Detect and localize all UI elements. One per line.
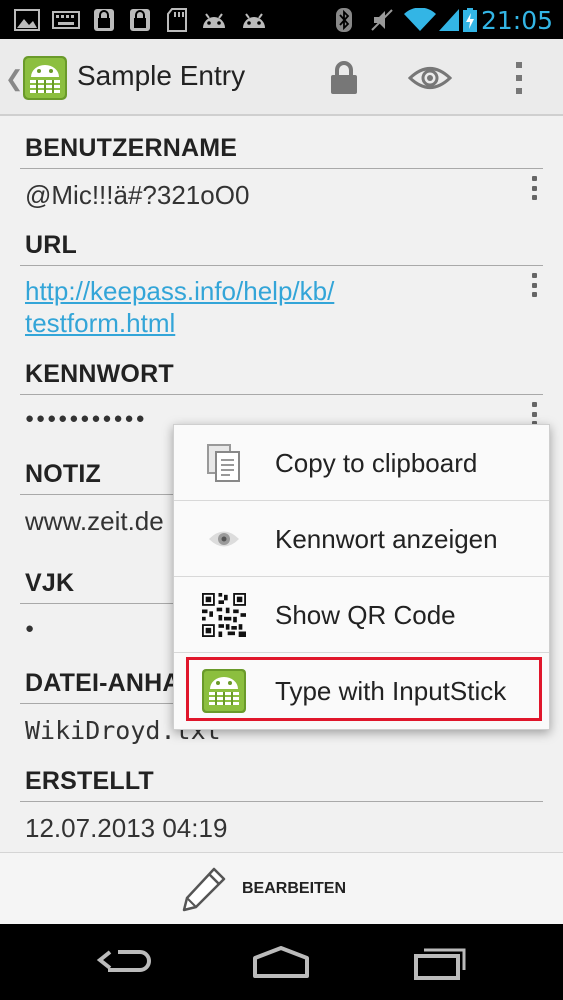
eye-icon — [408, 67, 452, 89]
field-title-created: ERSTELLT — [25, 767, 154, 795]
menu-item-label: Show QR Code — [275, 600, 456, 630]
home-icon[interactable] — [251, 944, 311, 980]
field-value-url-line2[interactable]: testform.html — [25, 307, 175, 339]
keyboard-icon — [52, 11, 80, 29]
menu-item-show-password[interactable]: Kennwort anzeigen — [174, 501, 549, 577]
up-navigation-icon[interactable]: ❮ — [5, 66, 23, 92]
signal-icon — [439, 9, 459, 31]
divider — [20, 168, 543, 169]
android-icon — [203, 13, 225, 28]
qr-code-icon — [202, 593, 246, 637]
field-value-created: 12.07.2013 04:19 — [25, 813, 228, 843]
field-overflow-icon[interactable] — [529, 273, 539, 297]
menu-item-label: Type with InputStick — [275, 676, 507, 706]
inputstick-icon — [202, 669, 246, 713]
field-value-notes[interactable]: www.zeit.de — [25, 506, 164, 537]
status-bar: 21:05 — [0, 0, 563, 39]
field-title-attachment: DATEI-ANHA — [25, 669, 181, 697]
bluetooth-icon — [336, 8, 352, 32]
lock-icon — [331, 61, 357, 94]
app-logo-icon[interactable] — [22, 55, 68, 101]
field-value-url-line1[interactable]: http://keepass.info/help/kb/ — [25, 275, 334, 307]
lock-button[interactable] — [322, 56, 366, 100]
battery-charging-icon — [463, 8, 477, 32]
field-value-vjk[interactable]: ● — [25, 620, 34, 637]
navigation-bar — [0, 924, 563, 1000]
menu-item-type-with-inputstick[interactable]: Type with InputStick — [174, 653, 549, 729]
field-title-url: URL — [25, 231, 77, 259]
field-title-password: KENNWORT — [25, 360, 174, 388]
copy-icon — [202, 441, 246, 485]
clock: 21:05 — [480, 6, 553, 35]
sdcard-icon — [167, 8, 187, 32]
pencil-icon — [182, 867, 226, 912]
divider — [20, 801, 543, 802]
android-icon — [243, 13, 265, 28]
menu-item-label: Kennwort anzeigen — [275, 524, 498, 554]
field-overflow-icon[interactable] — [529, 176, 539, 200]
wifi-icon — [404, 8, 436, 31]
divider — [20, 265, 543, 266]
field-title-notes: NOTIZ — [25, 460, 101, 488]
page-title: Sample Entry — [77, 60, 246, 91]
action-bar: ❮ Sample Entry — [0, 39, 563, 116]
field-title-vjk: VJK — [25, 569, 75, 597]
menu-item-label: Copy to clipboard — [275, 448, 478, 478]
lock-icon — [94, 9, 114, 31]
menu-item-copy-to-clipboard[interactable]: Copy to clipboard — [174, 425, 549, 501]
overflow-menu-icon — [516, 62, 522, 94]
eye-icon — [202, 517, 246, 561]
edit-button-label: BEARBEITEN — [242, 880, 347, 897]
lock-icon — [130, 9, 150, 31]
field-overflow-icon[interactable] — [529, 402, 539, 426]
image-icon — [14, 9, 40, 31]
field-value-username[interactable]: @Mic!!!ä#?321oO0 — [25, 180, 249, 211]
vibrate-off-icon — [371, 9, 393, 31]
overflow-menu-button[interactable] — [497, 56, 541, 100]
menu-item-show-qr-code[interactable]: Show QR Code — [174, 577, 549, 653]
divider — [20, 394, 543, 395]
field-context-menu: Copy to clipboard Kennwort anzeigen Show… — [173, 424, 550, 730]
edit-button[interactable]: BEARBEITEN — [0, 852, 563, 924]
show-password-button[interactable] — [408, 56, 452, 100]
recent-apps-icon[interactable] — [410, 944, 470, 980]
field-value-password[interactable]: ●●●●●●●●●●● — [25, 410, 147, 427]
field-title-username: BENUTZERNAME — [25, 134, 238, 162]
back-icon[interactable] — [96, 944, 156, 980]
